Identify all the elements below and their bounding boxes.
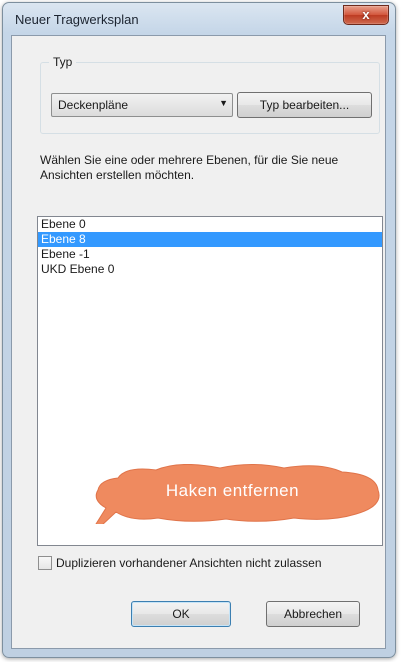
close-icon: x [362,7,370,22]
ok-button[interactable]: OK [131,601,231,627]
list-item[interactable]: Ebene 8 [38,232,382,247]
callout-annotation: Haken entfernen [80,463,385,541]
duplicate-checkbox-row[interactable]: Duplizieren vorhandener Ansichten nicht … [38,555,383,571]
window-title: Neuer Tragwerksplan [15,12,139,27]
type-groupbox: Typ Deckenpläne ▼ Typ bearbeiten... [40,55,380,134]
close-button[interactable]: x [343,5,389,25]
instruction-text: Wählen Sie eine oder mehrere Ebenen, für… [40,153,339,182]
duplicate-checkbox-label[interactable]: Duplizieren vorhandener Ansichten nicht … [56,556,322,570]
dialog-window: Neuer Tragwerksplan x Typ Deckenpläne ▼ … [2,2,396,658]
type-group-label: Typ [49,55,77,69]
list-item[interactable]: UKD Ebene 0 [38,262,382,277]
duplicate-checkbox[interactable] [38,556,52,570]
dialog-content: Typ Deckenpläne ▼ Typ bearbeiten... Wähl… [11,35,386,649]
edit-type-button[interactable]: Typ bearbeiten... [237,92,372,118]
type-dropdown-value: Deckenpläne [58,98,129,112]
chevron-down-icon: ▼ [219,98,228,108]
list-item[interactable]: Ebene 0 [38,217,382,232]
list-item[interactable]: Ebene -1 [38,247,382,262]
callout-text: Haken entfernen [165,481,300,500]
type-dropdown[interactable]: Deckenpläne ▼ [51,93,233,117]
title-bar[interactable]: Neuer Tragwerksplan x [3,3,395,35]
cancel-button[interactable]: Abbrechen [266,601,360,627]
